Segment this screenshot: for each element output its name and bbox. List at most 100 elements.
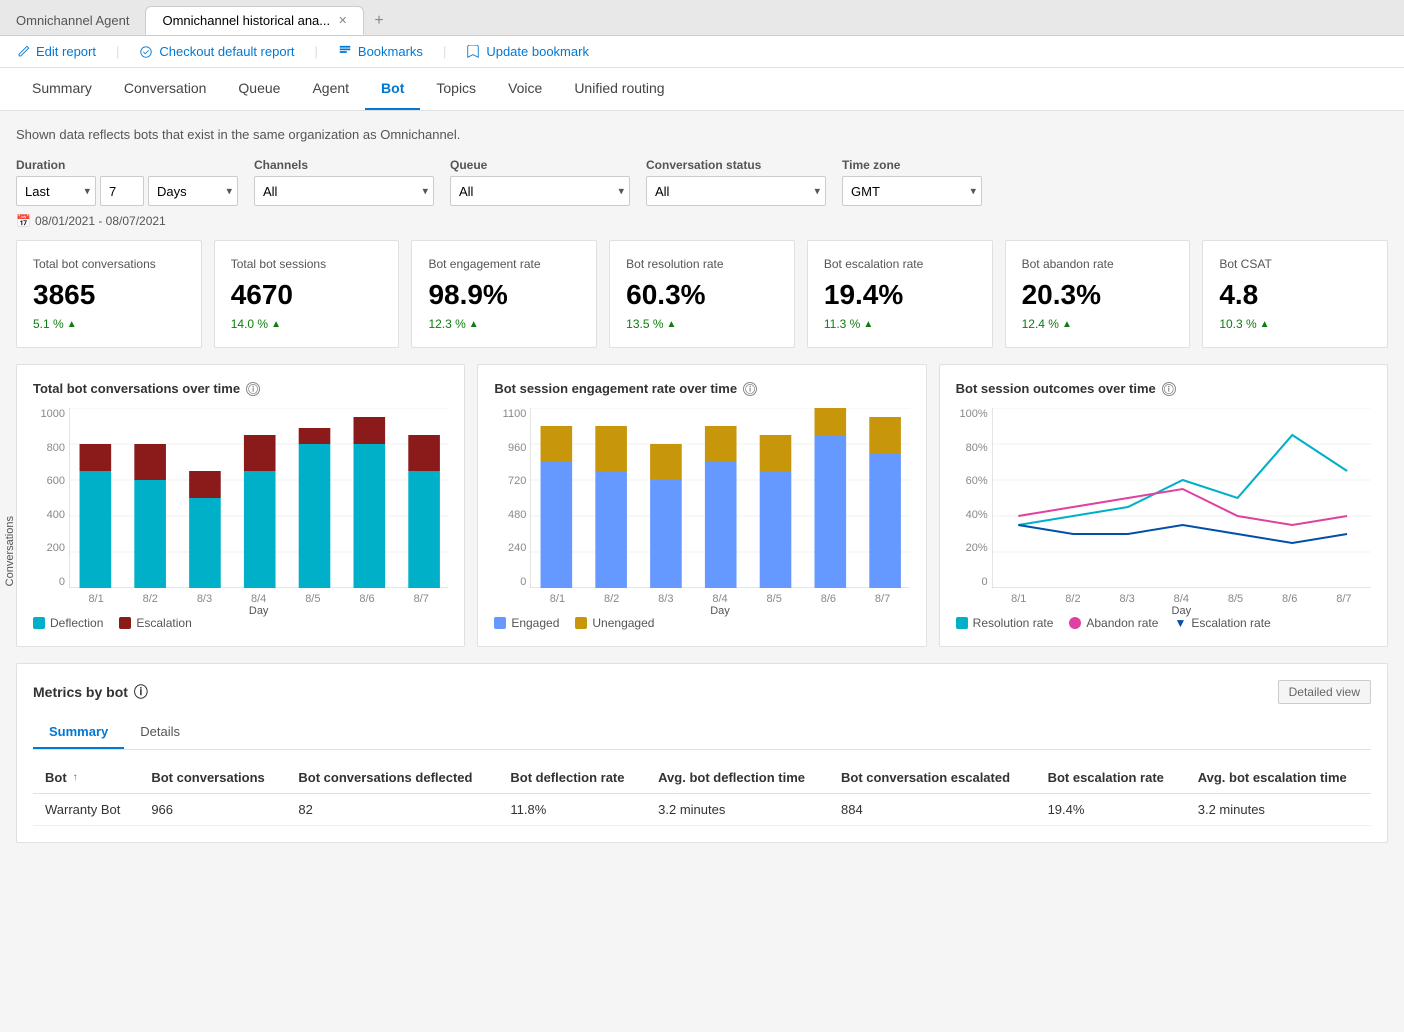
- bar-escalation: [80, 444, 112, 471]
- bar-unengaged: [870, 417, 902, 453]
- queue-select[interactable]: All: [450, 176, 630, 206]
- legend-color-abandon: [1069, 617, 1081, 629]
- close-tab-icon[interactable]: ✕: [338, 14, 347, 27]
- x-axis-label: Day: [530, 605, 909, 617]
- metrics-header: Metrics by bot ⓘ Detailed view: [33, 680, 1371, 704]
- kpi-title: Bot CSAT: [1219, 257, 1371, 271]
- info-icon[interactable]: ⓘ: [743, 382, 757, 396]
- subtabs: Summary Details: [33, 716, 1371, 750]
- bar-deflection: [244, 471, 276, 588]
- timezone-label: Time zone: [842, 158, 982, 172]
- kpi-change: 14.0 %: [231, 317, 383, 331]
- nav-tab-topics[interactable]: Topics: [420, 68, 492, 110]
- conversation-status-select[interactable]: All: [646, 176, 826, 206]
- update-bookmark-label: Update bookmark: [486, 44, 589, 59]
- update-bookmark-button[interactable]: Update bookmark: [466, 44, 589, 59]
- x-label: 8/5: [767, 593, 782, 605]
- kpi-value: 60.3%: [626, 279, 778, 311]
- kpi-value: 3865: [33, 279, 185, 311]
- toolbar-separator-3: |: [443, 44, 446, 59]
- subtab-details[interactable]: Details: [124, 716, 196, 749]
- chart-title: Bot session outcomes over time ⓘ: [956, 381, 1371, 396]
- duration-label: Duration: [16, 158, 238, 172]
- main-content: Shown data reflects bots that exist in t…: [0, 111, 1404, 859]
- legend-escalation-rate: ▼ Escalation rate: [1174, 616, 1270, 630]
- legend-unengaged: Unengaged: [575, 616, 654, 630]
- tab-omnichannel-agent[interactable]: Omnichannel Agent: [0, 7, 145, 34]
- info-icon[interactable]: ⓘ: [246, 382, 260, 396]
- bar-escalation: [299, 428, 331, 444]
- channels-wrap[interactable]: All: [254, 176, 434, 206]
- chart-outcomes-over-time: Bot session outcomes over time ⓘ 100% 80…: [939, 364, 1388, 647]
- kpi-title: Bot engagement rate: [428, 257, 580, 271]
- legend-label-escalation: Escalation: [136, 616, 191, 630]
- x-label: 8/6: [821, 593, 836, 605]
- conversation-status-wrap[interactable]: All: [646, 176, 826, 206]
- detailed-view-button[interactable]: Detailed view: [1278, 680, 1371, 704]
- browser-tabs: Omnichannel Agent Omnichannel historical…: [0, 0, 1404, 36]
- metrics-title: Metrics by bot ⓘ: [33, 682, 148, 702]
- td-avg-deflection-time: 3.2 minutes: [646, 794, 829, 826]
- y-label: 0: [520, 576, 526, 588]
- add-tab-button[interactable]: +: [364, 8, 393, 34]
- toolbar: Edit report | Checkout default report | …: [0, 36, 1404, 68]
- kpi-title: Bot escalation rate: [824, 257, 976, 271]
- td-conversations: 966: [139, 794, 286, 826]
- x-label: 8/6: [359, 593, 374, 605]
- nav-tab-queue[interactable]: Queue: [222, 68, 296, 110]
- date-range: 📅 08/01/2021 - 08/07/2021: [16, 214, 1388, 228]
- conversation-status-filter: Conversation status All: [646, 158, 826, 206]
- legend-label-engaged: Engaged: [511, 616, 559, 630]
- info-icon[interactable]: ⓘ: [1162, 382, 1176, 396]
- tab-omnichannel-historical[interactable]: Omnichannel historical ana... ✕: [145, 6, 364, 35]
- th-escalated: Bot conversation escalated: [829, 762, 1036, 794]
- line-escalation: [1018, 525, 1347, 543]
- nav-tab-conversation[interactable]: Conversation: [108, 68, 223, 110]
- timezone-wrap[interactable]: GMT: [842, 176, 982, 206]
- bookmarks-button[interactable]: Bookmarks: [338, 44, 423, 59]
- td-deflected: 82: [286, 794, 498, 826]
- bar-deflection: [353, 444, 385, 588]
- legend-color-escalation: [119, 617, 131, 629]
- bar-engaged: [705, 462, 737, 588]
- kpi-title: Bot resolution rate: [626, 257, 778, 271]
- x-axis-label: Day: [69, 605, 448, 617]
- bar-deflection: [134, 480, 166, 588]
- duration-value-input[interactable]: [100, 176, 144, 206]
- x-label: 8/4: [1174, 593, 1189, 605]
- nav-tab-summary[interactable]: Summary: [16, 68, 108, 110]
- kpi-value: 20.3%: [1022, 279, 1174, 311]
- edit-report-button[interactable]: Edit report: [16, 44, 96, 59]
- queue-wrap[interactable]: All: [450, 176, 630, 206]
- legend-icon-escalation: ▼: [1174, 616, 1186, 630]
- subtab-summary[interactable]: Summary: [33, 716, 124, 749]
- channels-select[interactable]: All: [254, 176, 434, 206]
- duration-unit-select[interactable]: Days: [148, 176, 238, 206]
- duration-unit-wrap[interactable]: Days: [148, 176, 238, 206]
- queue-filter: Queue All: [450, 158, 630, 206]
- kpi-change: 5.1 %: [33, 317, 185, 331]
- bar-deflection: [189, 498, 221, 588]
- th-bot[interactable]: Bot↑: [33, 762, 139, 794]
- bar-engaged: [541, 462, 573, 588]
- timezone-filter: Time zone GMT: [842, 158, 982, 206]
- x-label: 8/7: [1336, 593, 1351, 605]
- legend-label-abandon: Abandon rate: [1086, 616, 1158, 630]
- duration-preset-wrap[interactable]: Last: [16, 176, 96, 206]
- duration-filter: Duration Last Days: [16, 158, 238, 206]
- th-deflected: Bot conversations deflected: [286, 762, 498, 794]
- metrics-info-icon[interactable]: ⓘ: [134, 682, 148, 702]
- line-abandon: [1018, 489, 1347, 525]
- checkout-default-button[interactable]: Checkout default report: [139, 44, 294, 59]
- duration-preset-select[interactable]: Last: [16, 176, 96, 206]
- y-label: 800: [47, 442, 65, 454]
- sort-icon: ↑: [73, 772, 78, 783]
- nav-tab-voice[interactable]: Voice: [492, 68, 558, 110]
- x-axis-label: Day: [992, 605, 1371, 617]
- nav-tab-bot[interactable]: Bot: [365, 68, 420, 110]
- nav-tab-agent[interactable]: Agent: [296, 68, 365, 110]
- y-axis-label: Conversations: [4, 516, 16, 586]
- timezone-select[interactable]: GMT: [842, 176, 982, 206]
- edit-report-label: Edit report: [36, 44, 96, 59]
- nav-tab-unified-routing[interactable]: Unified routing: [558, 68, 680, 110]
